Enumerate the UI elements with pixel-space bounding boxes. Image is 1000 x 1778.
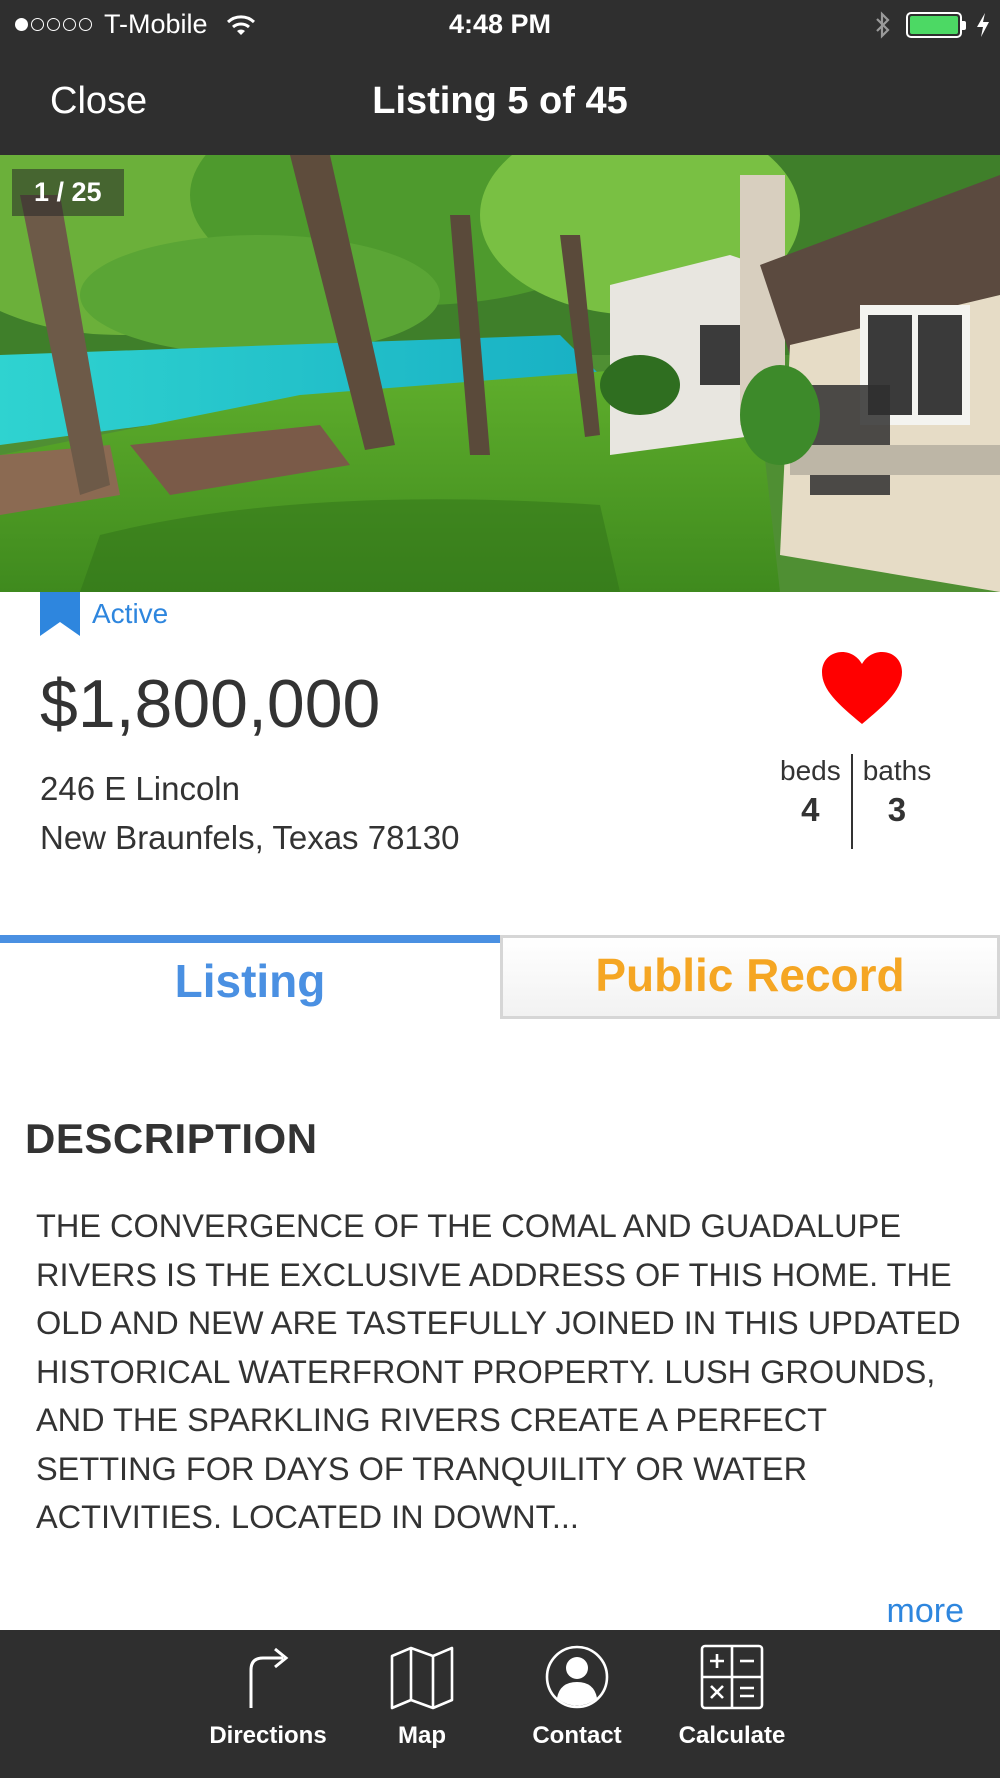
page-title: Listing 5 of 45 [372, 80, 628, 122]
listing-price: $1,800,000 [40, 666, 381, 742]
listing-photo[interactable]: 1 / 25 [0, 155, 1000, 592]
status-right [874, 11, 990, 39]
beds-value: 4 [801, 791, 820, 828]
address-line-1: 246 E Lincoln [40, 770, 240, 807]
more-link[interactable]: more [887, 1592, 964, 1631]
calculate-label: Calculate [678, 1722, 786, 1749]
beds-baths: beds 4 baths 3 [770, 754, 942, 849]
bluetooth-icon [876, 11, 890, 39]
calculate-button[interactable]: Calculate [670, 1644, 794, 1750]
contact-label: Contact [532, 1722, 622, 1749]
turn-arrow-icon [249, 1647, 289, 1708]
beds-label: beds [780, 755, 841, 786]
baths-stat: baths 3 [853, 755, 942, 849]
directions-button[interactable]: Directions [203, 1644, 333, 1750]
calculator-icon [700, 1644, 764, 1710]
charging-bolt-icon [977, 13, 989, 37]
baths-value: 3 [887, 791, 907, 828]
heart-icon[interactable] [822, 652, 902, 726]
description-heading: DESCRIPTION [25, 1115, 318, 1162]
map-button[interactable]: Map [372, 1644, 472, 1750]
nav-bar: Close Listing 5 of 45 [0, 50, 1000, 155]
status-time: 4:48 PM [448, 9, 552, 39]
status-bar: T-Mobile 4:48 PM [0, 0, 1000, 50]
listing-address: 246 E Lincoln New Braunfels, Texas 78130 [40, 764, 459, 862]
beds-stat: beds 4 [770, 755, 851, 849]
folded-map-icon [390, 1646, 454, 1710]
bottom-toolbar: Directions Map Contact Calculate [0, 1630, 1000, 1778]
person-icon [545, 1645, 609, 1709]
tab-listing[interactable]: Listing [0, 935, 500, 1019]
photo-counter: 1 / 25 [12, 169, 124, 216]
directions-label: Directions [209, 1722, 327, 1749]
photo-illustration [0, 155, 1000, 592]
description-text: THE CONVERGENCE OF THE COMAL AND GUADALU… [36, 1208, 961, 1535]
tab-public-record[interactable]: Public Record [500, 935, 1000, 1019]
listing-status: Active [92, 598, 169, 629]
battery-icon [906, 12, 966, 38]
address-line-2: New Braunfels, Texas 78130 [40, 819, 460, 856]
baths-label: baths [862, 755, 932, 786]
bookmark-icon [40, 592, 80, 636]
contact-button[interactable]: Contact [525, 1644, 629, 1750]
map-label: Map [398, 1722, 446, 1749]
status-tag: Active [40, 592, 168, 636]
